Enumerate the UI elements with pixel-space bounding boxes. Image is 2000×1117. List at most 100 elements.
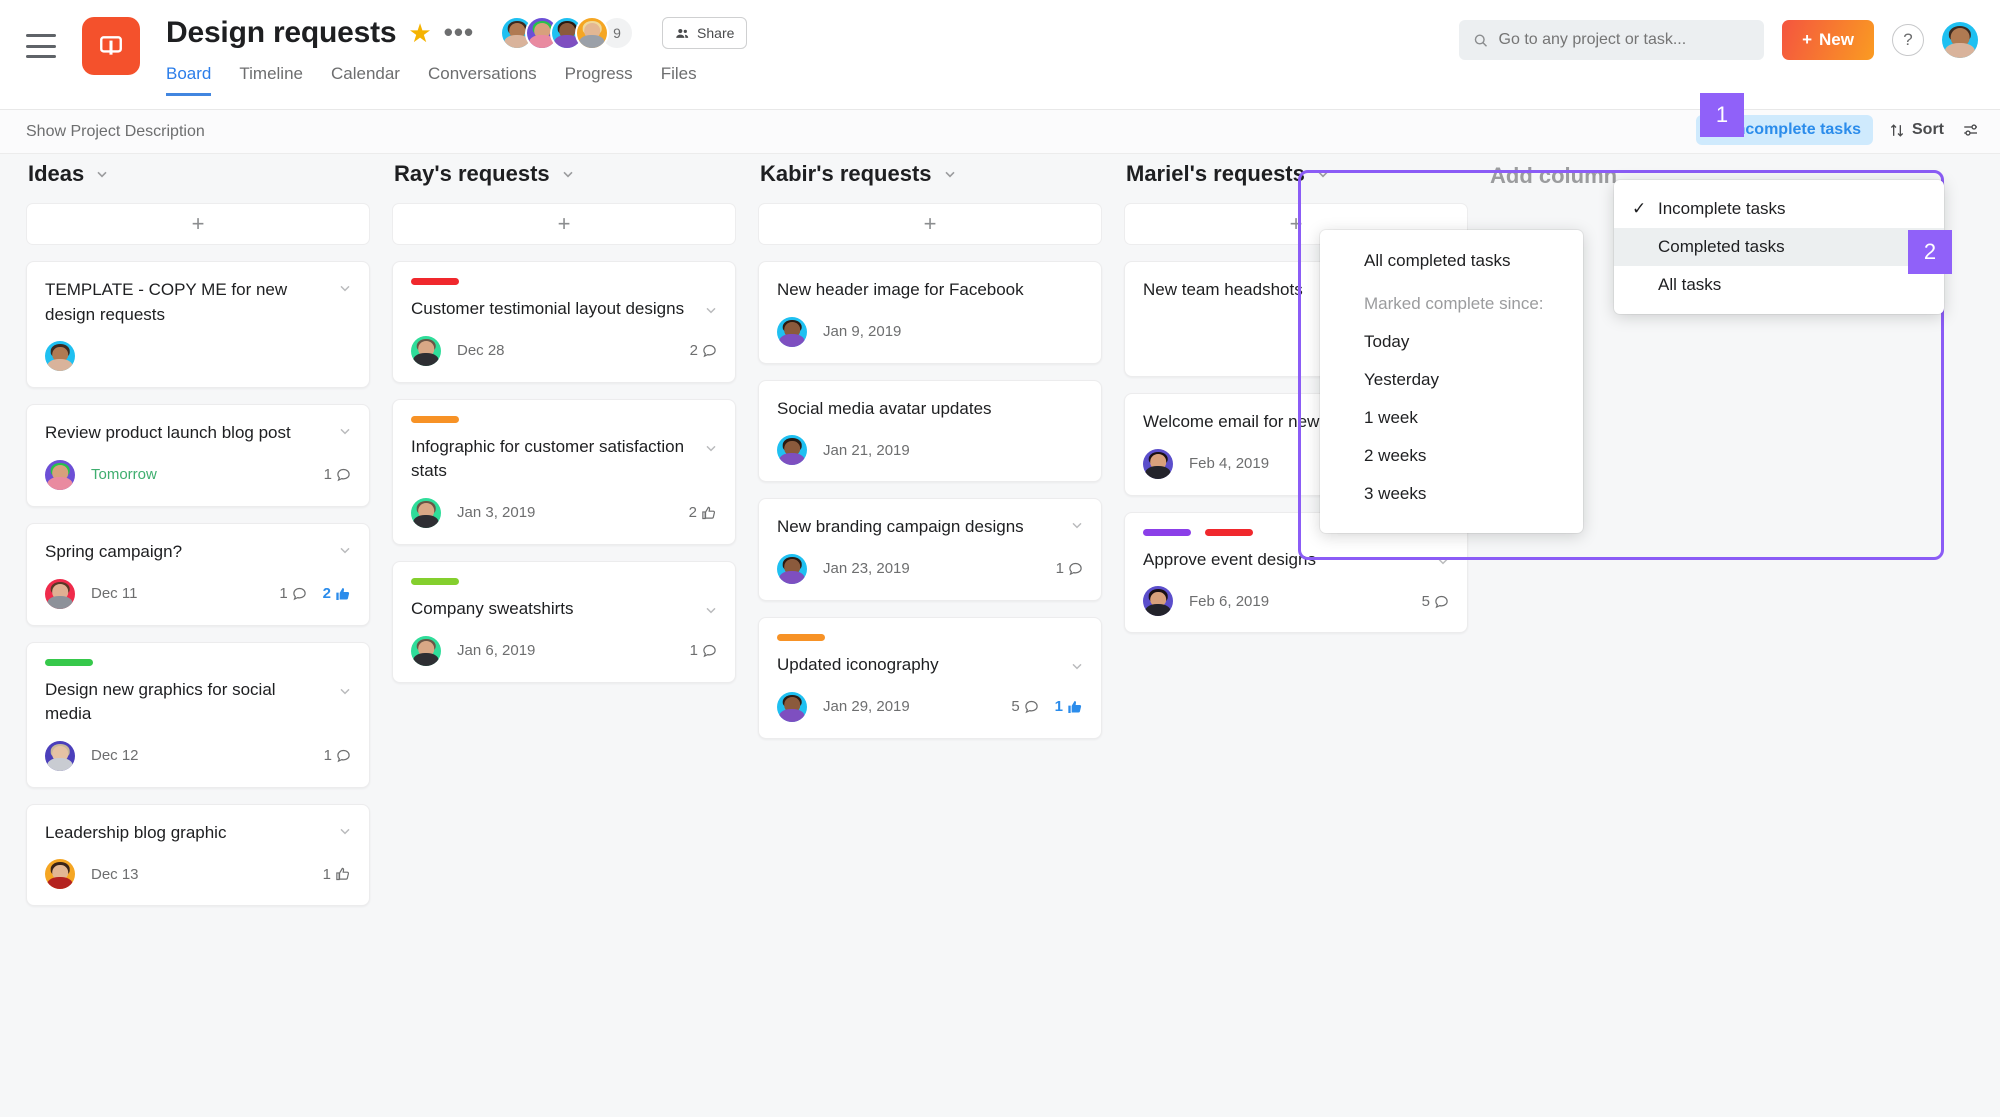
chevron-down-icon[interactable] (337, 280, 353, 296)
add-task-button[interactable]: + (758, 203, 1102, 245)
like-count[interactable]: 1 (323, 866, 351, 883)
menu-hamburger-icon[interactable] (26, 34, 56, 58)
submenu-item-all-completed[interactable]: All completed tasks (1320, 242, 1583, 280)
task-card[interactable]: Customer testimonial layout designs Dec … (392, 261, 736, 383)
assignee-avatar[interactable] (777, 691, 807, 722)
comment-icon (337, 469, 350, 482)
assignee-avatar[interactable] (411, 497, 441, 528)
chevron-down-icon[interactable] (337, 542, 353, 558)
task-meta: 1 2 (279, 585, 351, 602)
assignee-avatar[interactable] (1143, 586, 1173, 617)
sort-button[interactable]: Sort (1889, 121, 1944, 139)
assignee-avatar[interactable] (411, 635, 441, 666)
add-task-button[interactable]: + (392, 203, 736, 245)
task-meta: 1 (324, 747, 351, 764)
assignee-avatar[interactable] (45, 740, 75, 771)
chevron-down-icon[interactable] (942, 166, 958, 182)
submenu-item-2-weeks[interactable]: 2 weeks (1320, 437, 1583, 475)
assignee-avatar[interactable] (777, 435, 807, 466)
task-card[interactable]: Infographic for customer satisfaction st… (392, 398, 736, 545)
column-title: Ray's requests (394, 161, 550, 186)
chevron-down-icon[interactable] (560, 166, 576, 182)
task-card[interactable]: TEMPLATE - COPY ME for new design reques… (26, 261, 370, 389)
chevron-down-icon[interactable] (1069, 658, 1085, 674)
task-card[interactable]: Social media avatar updates Jan 21, 2019 (758, 379, 1102, 483)
assignee-avatar[interactable] (777, 316, 807, 347)
submenu-item-yesterday[interactable]: Yesterday (1320, 361, 1583, 399)
task-card[interactable]: Leadership blog graphic Dec 13 1 (26, 803, 370, 907)
star-icon[interactable]: ★ (408, 20, 431, 46)
avatar[interactable] (575, 16, 610, 50)
chevron-down-icon[interactable] (337, 683, 353, 699)
tab-timeline[interactable]: Timeline (239, 64, 303, 96)
assignee-avatar[interactable] (45, 578, 75, 609)
submenu-item-1-week[interactable]: 1 week (1320, 399, 1583, 437)
column-header[interactable]: Ideas (26, 155, 370, 193)
tab-board[interactable]: Board (166, 64, 212, 96)
menu-item-all-tasks[interactable]: All tasks (1614, 266, 1944, 304)
task-tags (411, 577, 717, 585)
show-project-description-button[interactable]: Show Project Description (26, 123, 205, 141)
assignee-avatar[interactable] (45, 341, 75, 372)
chevron-down-icon[interactable] (1315, 166, 1331, 182)
member-avatar-group[interactable]: 9 (500, 16, 635, 50)
like-count[interactable]: 2 (323, 585, 351, 602)
add-task-button[interactable]: + (26, 203, 370, 245)
tag-chip (1143, 528, 1191, 536)
comment-icon (1069, 563, 1082, 576)
new-button[interactable]: + New (1782, 20, 1874, 60)
thumbs-up-icon (336, 868, 350, 881)
help-icon[interactable]: ? (1892, 24, 1924, 56)
chevron-down-icon[interactable] (1435, 553, 1451, 569)
board-options-icon[interactable] (1960, 121, 1982, 139)
task-card[interactable]: Spring campaign? Dec 11 1 2 (26, 522, 370, 626)
task-meta: 5 (1422, 593, 1449, 610)
assignee-avatar[interactable] (45, 459, 75, 490)
column-header[interactable]: Kabir's requests (758, 155, 1102, 193)
task-meta: 1 (323, 866, 351, 883)
ellipsis-icon[interactable]: ••• (444, 20, 474, 45)
chevron-down-icon[interactable] (337, 423, 353, 439)
like-count[interactable]: 2 (689, 504, 717, 521)
tab-calendar[interactable]: Calendar (331, 64, 400, 96)
tab-progress[interactable]: Progress (565, 64, 633, 96)
task-card[interactable]: New header image for Facebook Jan 9, 201… (758, 261, 1102, 364)
chevron-down-icon[interactable] (703, 302, 719, 318)
submenu-item-today[interactable]: Today (1320, 323, 1583, 361)
task-card[interactable]: New branding campaign designs Jan 23, 20… (758, 498, 1102, 601)
column-header[interactable]: Mariel's requests (1124, 155, 1468, 193)
view-tabs: Board Timeline Calendar Conversations Pr… (166, 64, 747, 96)
chevron-down-icon[interactable] (94, 166, 110, 182)
assignee-avatar[interactable] (1143, 448, 1173, 479)
comment-icon (292, 587, 306, 601)
task-card[interactable]: Company sweatshirts Jan 6, 2019 1 (392, 560, 736, 683)
task-card[interactable]: Updated iconography Jan 29, 2019 5 1 (758, 616, 1102, 739)
chevron-down-icon[interactable] (703, 602, 719, 618)
due-date: Feb 6, 2019 (1189, 592, 1270, 610)
tag-chip (45, 658, 93, 666)
task-card-footer: Jan 9, 2019 (777, 315, 1083, 349)
menu-item-completed-tasks[interactable]: Completed tasks (1614, 228, 1944, 266)
tab-conversations[interactable]: Conversations (428, 64, 537, 96)
current-user-avatar[interactable] (1942, 22, 1978, 58)
task-tags (411, 415, 717, 423)
menu-item-incomplete-tasks[interactable]: ✓ Incomplete tasks (1614, 190, 1944, 228)
task-title: Leadership blog graphic (45, 822, 227, 842)
task-card-footer: Jan 3, 2019 2 (411, 496, 717, 530)
assignee-avatar[interactable] (411, 335, 441, 366)
submenu-item-3-weeks[interactable]: 3 weeks (1320, 475, 1583, 513)
assignee-avatar[interactable] (45, 859, 75, 890)
task-card[interactable]: Review product launch blog post Tomorrow… (26, 404, 370, 507)
chevron-down-icon[interactable] (1069, 517, 1085, 533)
task-title: Spring campaign? (45, 541, 183, 561)
tab-files[interactable]: Files (661, 64, 697, 96)
chevron-down-icon[interactable] (703, 440, 719, 456)
column-header[interactable]: Ray's requests (392, 155, 736, 193)
share-button[interactable]: Share (662, 17, 748, 49)
like-count[interactable]: 1 (1055, 698, 1083, 715)
task-card[interactable]: Design new graphics for social media Dec… (26, 641, 370, 788)
assignee-avatar[interactable] (777, 553, 807, 584)
search-box[interactable] (1459, 20, 1765, 60)
chevron-down-icon[interactable] (337, 823, 353, 839)
search-input[interactable] (1498, 31, 1751, 49)
